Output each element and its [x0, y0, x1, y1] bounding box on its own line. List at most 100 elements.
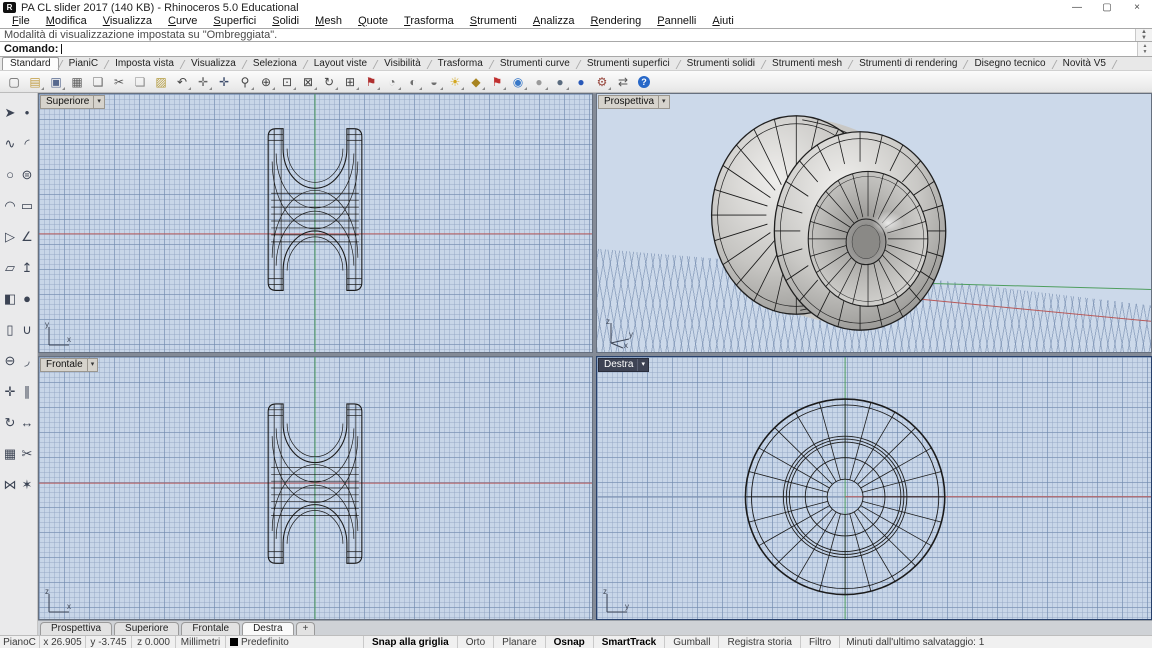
move-icon[interactable]: ✛ — [214, 73, 234, 91]
toolbar-tab[interactable]: Seleziona — [246, 58, 304, 70]
viewport-tab[interactable]: + — [296, 622, 316, 635]
maximize-button[interactable]: ▢ — [1092, 0, 1122, 15]
menu-item[interactable]: Visualizza — [95, 15, 160, 28]
join-icon[interactable]: ⋈ — [2, 469, 19, 500]
toolbar-tab[interactable]: Disegno tecnico — [967, 58, 1052, 70]
command-scrollbar[interactable]: ▲ ▼ — [1135, 29, 1152, 41]
viewport-superiore[interactable]: Superiore ▾ y x — [38, 93, 593, 353]
menu-item[interactable]: Solidi — [264, 15, 307, 28]
viewport-menu-arrow-icon[interactable]: ▾ — [637, 359, 645, 371]
menu-item[interactable]: Strumenti — [462, 15, 525, 28]
viewport-menu-arrow-icon[interactable]: ▾ — [93, 96, 101, 108]
toolbar-tab[interactable]: PianiC — [62, 58, 105, 70]
status-toggle[interactable]: Gumball — [665, 636, 719, 648]
minimize-button[interactable]: — — [1062, 0, 1092, 15]
toolbar-tab[interactable]: Novità V5 — [1056, 58, 1113, 70]
viewport-prospettiva[interactable]: Prospettiva ▾ — [596, 93, 1152, 353]
new-file-icon[interactable]: ▢ — [4, 73, 24, 91]
scale-icon[interactable]: ↔ — [19, 407, 36, 438]
select-icon[interactable]: ➤ — [2, 97, 19, 128]
toolbar-tab[interactable]: Trasforma — [431, 58, 490, 70]
viewport-title-frontale[interactable]: Frontale ▾ — [40, 358, 98, 372]
toolbar-tab[interactable]: Visualizza — [184, 58, 243, 70]
paste-special-icon[interactable]: ❏ — [88, 73, 108, 91]
move-icon[interactable]: ✛ — [2, 376, 19, 407]
menu-item[interactable]: Superfici — [205, 15, 264, 28]
cylinder-icon[interactable]: ▯ — [2, 314, 19, 345]
toolbar-tab[interactable]: Visibilità — [377, 58, 428, 70]
menu-item[interactable]: Aiuti — [704, 15, 741, 28]
close-button[interactable]: × — [1122, 0, 1152, 15]
zoom-icon[interactable]: ⚲ — [235, 73, 255, 91]
units-indicator[interactable]: Millimetri — [176, 636, 226, 648]
zoom-extents-icon[interactable]: ⊠ — [298, 73, 318, 91]
paste-icon[interactable]: ▨ — [151, 73, 171, 91]
light-icon[interactable]: ☀ — [445, 73, 465, 91]
trim-icon[interactable]: ✂ — [19, 438, 36, 469]
menu-item[interactable]: Modifica — [38, 15, 95, 28]
help-icon[interactable]: ? — [634, 73, 654, 91]
pan-icon[interactable]: ✛ — [193, 73, 213, 91]
open-file-icon[interactable]: ▤ — [25, 73, 45, 91]
viewport-tab[interactable]: Superiore — [114, 622, 179, 635]
cplane-button[interactable]: PianoC — [0, 636, 40, 648]
lock-icon[interactable]: ◆ — [466, 73, 486, 91]
zoom-window-icon[interactable]: ⊡ — [277, 73, 297, 91]
menu-item[interactable]: Analizza — [525, 15, 583, 28]
render-blue-sphere-icon[interactable]: ● — [571, 73, 591, 91]
toolbar-tab[interactable]: Imposta vista — [108, 58, 181, 70]
render-flag-icon[interactable]: ⚑ — [487, 73, 507, 91]
viewport-layout-icon[interactable]: ⊞ — [340, 73, 360, 91]
menu-item[interactable]: Quote — [350, 15, 396, 28]
polyline-icon[interactable]: ∠ — [19, 221, 36, 252]
named-view-icon[interactable]: ⚑ — [361, 73, 381, 91]
rotate-view-icon[interactable]: ↻ — [319, 73, 339, 91]
rectangle-icon[interactable]: ▭ — [19, 190, 36, 221]
toolbar-tab[interactable]: Strumenti superfici — [580, 58, 677, 70]
save-icon[interactable]: ▣ — [46, 73, 66, 91]
cut-icon[interactable]: ✂ — [109, 73, 129, 91]
scroll-down-icon[interactable]: ▼ — [1136, 35, 1152, 41]
status-toggle[interactable]: Osnap — [546, 636, 594, 648]
undo-icon[interactable]: ↶ — [172, 73, 192, 91]
array-icon[interactable]: ▦ — [2, 438, 19, 469]
gear-icon[interactable]: ⚙ — [592, 73, 612, 91]
arc-icon[interactable]: ◠ — [2, 190, 19, 221]
extrude-icon[interactable]: ↥ — [19, 252, 36, 283]
wireframe-mode-icon[interactable]: ◔ — [382, 73, 402, 91]
box-icon[interactable]: ◧ — [2, 283, 19, 314]
viewport-menu-arrow-icon[interactable]: ▾ — [87, 359, 95, 371]
toolbar-tab[interactable]: Strumenti mesh — [765, 58, 849, 70]
menu-item[interactable]: Mesh — [307, 15, 350, 28]
status-toggle[interactable]: Snap alla griglia — [364, 636, 458, 648]
control-point-curve-icon[interactable]: ◜ — [19, 128, 36, 159]
command-spinner[interactable]: ▲ ▼ — [1137, 42, 1152, 56]
viewport-title-superiore[interactable]: Superiore ▾ — [40, 95, 105, 109]
viewport-title-destra[interactable]: Destra ▾ — [598, 358, 649, 372]
copy-icon[interactable]: ∥ — [19, 376, 36, 407]
boolean-union-icon[interactable]: ∪ — [19, 314, 36, 345]
status-toggle[interactable]: SmartTrack — [594, 636, 665, 648]
status-toggle[interactable]: Planare — [494, 636, 545, 648]
point-icon[interactable]: • — [19, 97, 36, 128]
viewport-tab[interactable]: Prospettiva — [40, 622, 112, 635]
viewport-tab[interactable]: Frontale — [181, 622, 240, 635]
history-link-icon[interactable]: ⇄ — [613, 73, 633, 91]
sphere-icon[interactable]: ● — [19, 283, 36, 314]
toolbar-tab[interactable]: Strumenti curve — [493, 58, 577, 70]
menu-item[interactable]: Rendering — [582, 15, 649, 28]
toolbar-tab[interactable]: Layout viste — [307, 58, 374, 70]
rotate-icon[interactable]: ↻ — [2, 407, 19, 438]
menu-item[interactable]: Pannelli — [649, 15, 704, 28]
circle-icon[interactable]: ○ — [2, 159, 19, 190]
render-sphere-icon[interactable]: ● — [550, 73, 570, 91]
zoom-dynamic-icon[interactable]: ⊕ — [256, 73, 276, 91]
menu-item[interactable]: File — [4, 15, 38, 28]
fillet-icon[interactable]: ◞ — [19, 345, 36, 376]
viewport-destra[interactable]: Destra ▾ — [596, 356, 1152, 620]
ghosted-mode-icon[interactable]: ◒ — [424, 73, 444, 91]
curve-icon[interactable]: ∿ — [2, 128, 19, 159]
status-toggle[interactable]: Filtro — [801, 636, 840, 648]
menu-item[interactable]: Curve — [160, 15, 205, 28]
viewport-frontale[interactable]: Frontale ▾ z x — [38, 356, 593, 620]
